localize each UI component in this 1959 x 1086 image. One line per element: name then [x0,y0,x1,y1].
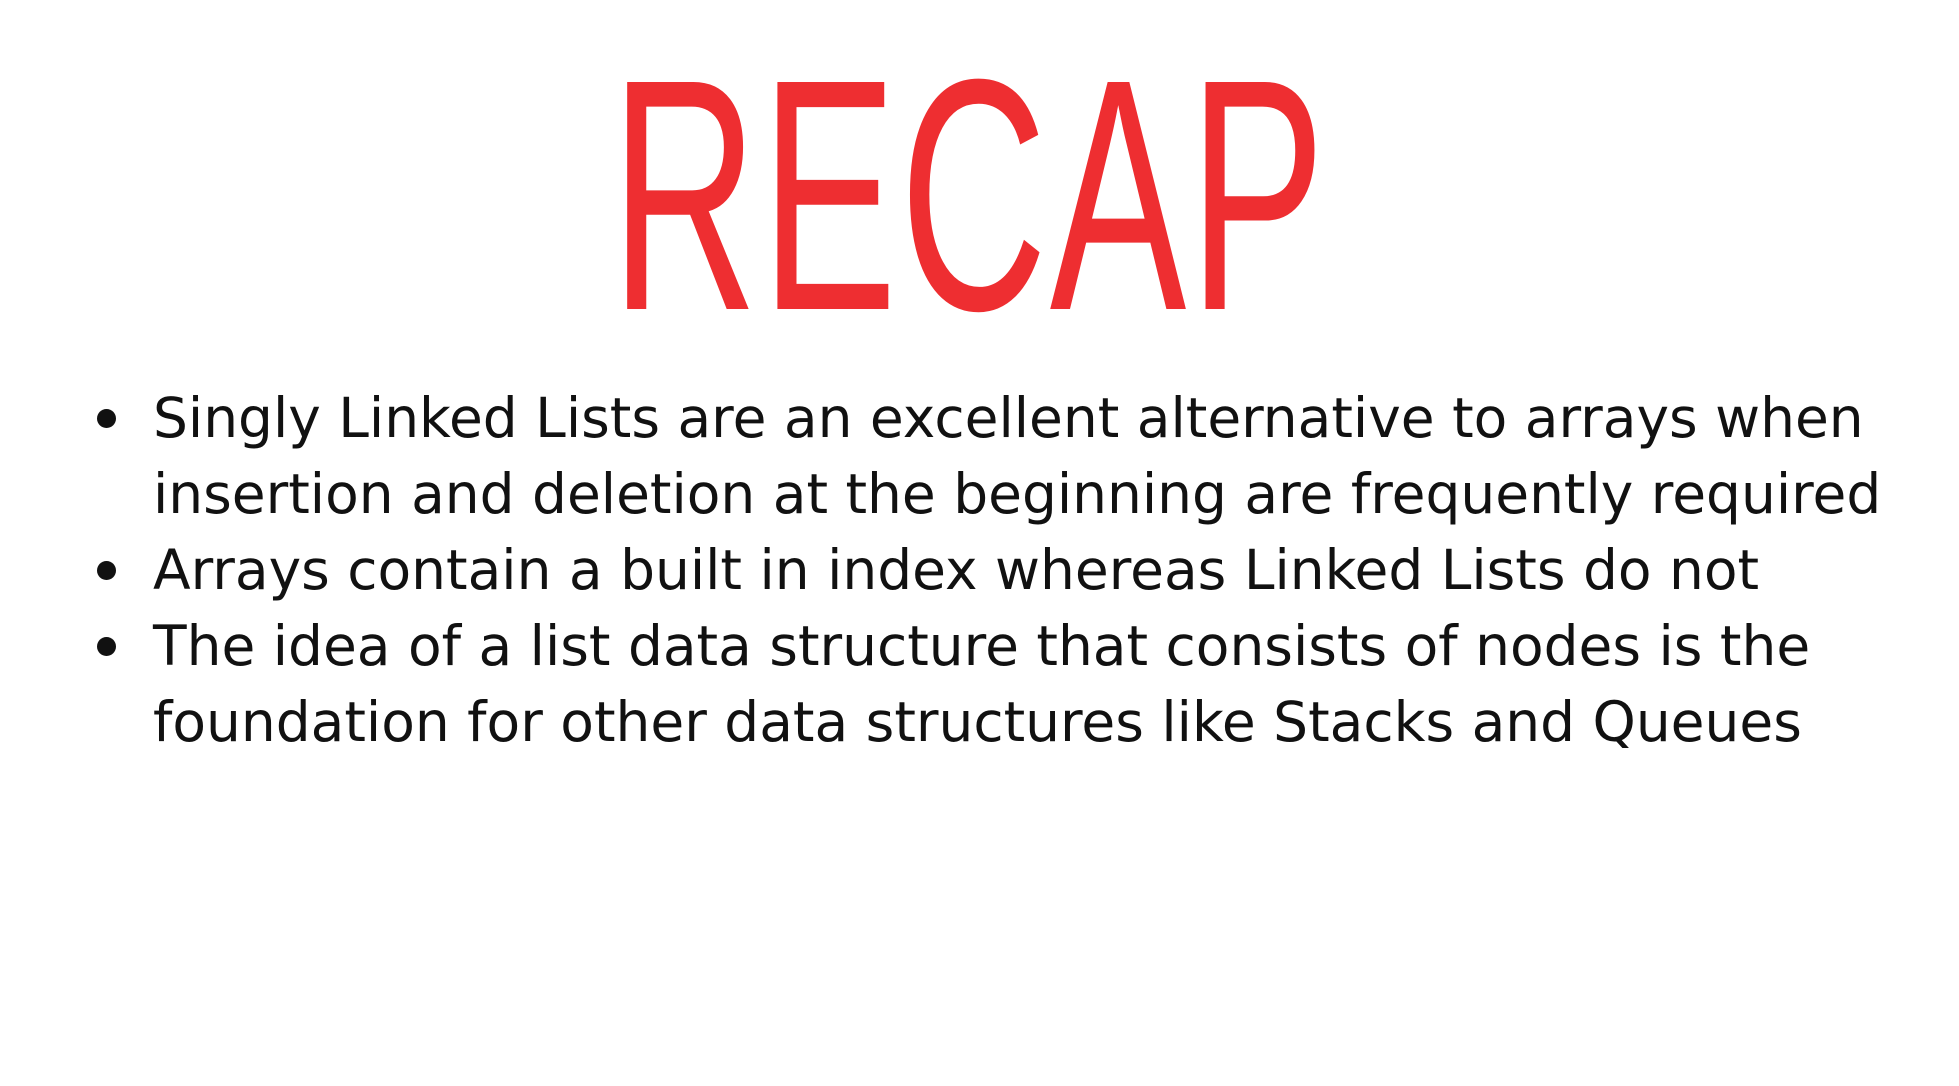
bullet-item: Arrays contain a built in index whereas … [95,532,1915,608]
bullet-item: Singly Linked Lists are an excellent alt… [95,380,1915,532]
bullet-dot-icon [97,561,116,580]
bullet-item: The idea of a list data structure that c… [95,608,1915,760]
slide: RECAP Singly Linked Lists are an excelle… [0,0,1959,1086]
bullet-list: Singly Linked Lists are an excellent alt… [95,380,1915,760]
bullet-text: Singly Linked Lists are an excellent alt… [153,386,1882,526]
bullet-text: Arrays contain a built in index whereas … [153,538,1760,602]
bullet-dot-icon [97,409,116,428]
bullet-dot-icon [97,637,116,656]
slide-title: RECAP [610,10,1328,379]
bullet-text: The idea of a list data structure that c… [153,614,1811,754]
